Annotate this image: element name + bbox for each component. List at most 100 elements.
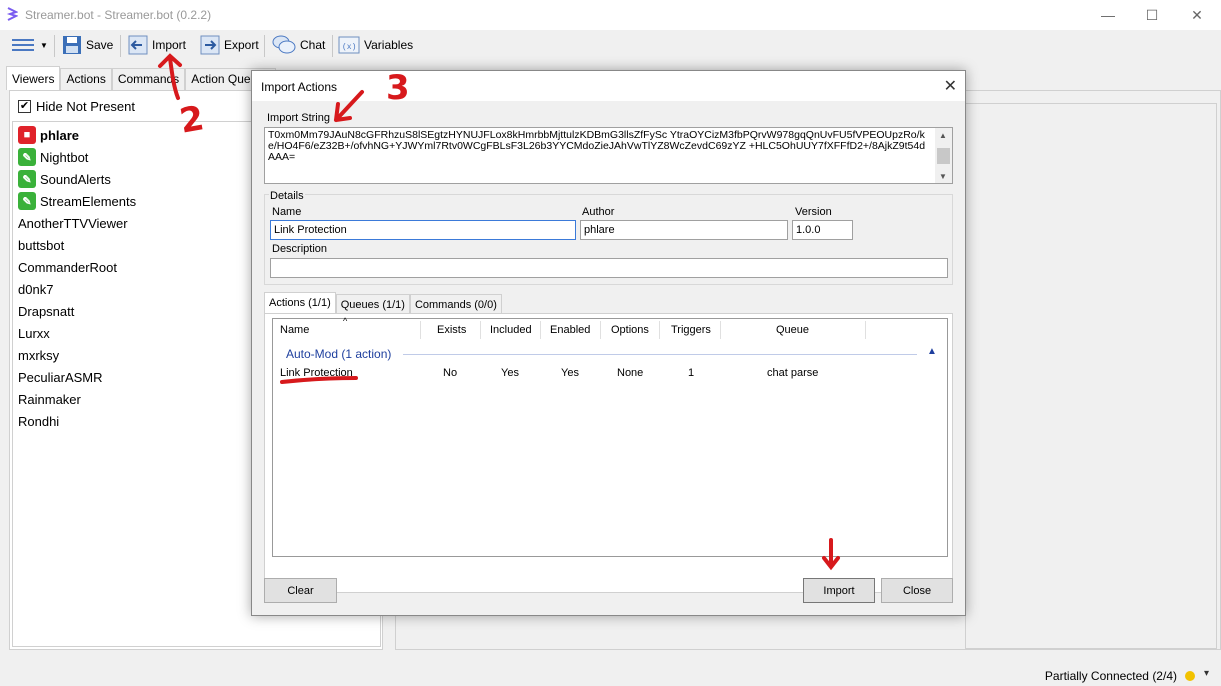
close-window-button[interactable]: ✕ [1177,4,1217,26]
row-name[interactable]: Link Protection [280,367,353,379]
scrollbar-thumb[interactable] [937,148,950,164]
group-header-auto-mod[interactable]: Auto-Mod (1 action) [286,347,391,361]
import-icon [128,35,148,55]
toolbar-separator [332,35,333,57]
collapse-caret-icon[interactable]: ▲ [927,346,937,357]
list-item[interactable]: ✎ Nightbot [18,146,88,168]
row-exists: No [443,367,458,379]
row-triggers: 1 [688,367,695,379]
minimize-icon: — [1101,7,1115,23]
viewer-name: phlare [40,127,80,143]
author-field[interactable]: phlare [580,220,788,240]
list-item[interactable]: buttsbot [18,234,64,256]
list-item[interactable]: Drapsnatt [18,300,74,322]
row-queue: chat parse [767,367,819,379]
group-divider [403,354,917,355]
minimize-button[interactable]: — [1088,4,1128,26]
column-header-queue[interactable]: Queue [776,324,809,336]
row-options: None [617,367,644,379]
list-item[interactable]: ■ phlare [18,124,79,146]
chevron-down-icon: ▼ [40,40,48,50]
viewer-name: Lurxx [18,325,50,341]
viewer-name: Rondhi [18,413,60,429]
column-divider [600,321,601,339]
tab-actions[interactable]: Actions [60,68,112,90]
chevron-down-icon[interactable]: ▼ [939,171,947,182]
close-icon[interactable]: ✕ [944,76,957,96]
column-header-included[interactable]: Included [490,324,532,336]
import-actions-dialog: Import Actions ✕ Import String T0xm0Mm79… [251,70,966,616]
viewer-name: mxrksy [18,347,60,363]
import-string-text: T0xm0Mm79JAuN8cGFRhzuS8lSEgtzHYNUJFLox8k… [268,129,926,163]
list-item[interactable]: Lurxx [18,322,50,344]
tab-commands[interactable]: Commands (0/0) [409,294,502,314]
viewer-name: AnotherTTVViewer [18,215,128,231]
annotation-step-3: 3 [386,68,410,108]
chevron-down-icon[interactable]: ▾ [1204,668,1209,679]
import-string-input[interactable]: T0xm0Mm79JAuN8cGFRhzuS8lSEgtzHYNUJFLox8k… [264,127,953,184]
column-header-name[interactable]: Name [280,324,309,336]
checkmark-icon: ✔ [18,100,31,113]
chat-button[interactable]: Chat [272,33,325,57]
row-included: Yes [501,367,519,379]
column-divider [659,321,660,339]
list-item[interactable]: ✎ StreamElements [18,190,136,212]
tab-queues[interactable]: Queues (1/1) [335,294,410,314]
import-button[interactable]: Import [803,578,875,603]
list-item[interactable]: CommanderRoot [18,256,117,278]
description-field[interactable] [270,258,948,278]
list-item[interactable]: mxrksy [18,344,59,366]
viewer-name: CommanderRoot [18,259,117,275]
column-divider [480,321,481,339]
menu-dropdown-button[interactable]: ▼ [12,33,48,57]
clear-button[interactable]: Clear [264,578,337,603]
list-item[interactable]: Rondhi [18,410,59,432]
bot-icon: ✎ [18,170,36,188]
main-tabs: Viewers Actions Commands Action Queues [6,66,276,90]
import-tabs: Actions (1/1) Queues (1/1) Commands (0/0… [264,292,502,314]
details-label: Details [269,190,305,202]
list-item[interactable]: d0nk7 [18,278,53,300]
viewer-name: PeculiarASMR [18,369,103,385]
actions-grid: Name ^ Exists Included Enabled Options T… [272,316,948,557]
tab-actions[interactable]: Actions (1/1) [264,292,336,314]
close-icon: ✕ [1191,6,1203,23]
tab-commands[interactable]: Commands [111,68,186,90]
dialog-title: Import Actions [261,80,338,94]
hamburger-menu-icon [12,39,34,51]
list-item[interactable]: ✎ SoundAlerts [18,168,111,190]
toolbar-separator [264,35,265,57]
chevron-up-icon[interactable]: ▲ [939,130,947,141]
variables-button[interactable]: (x) Variables [338,33,413,57]
streamerbot-logo-icon [6,7,18,21]
maximize-button[interactable]: ☐ [1132,4,1172,26]
export-label: Export [224,38,259,52]
camera-icon: ■ [18,126,36,144]
version-label: Version [795,206,832,218]
close-button[interactable]: Close [881,578,953,603]
version-field[interactable]: 1.0.0 [792,220,853,240]
viewer-name: SoundAlerts [40,171,111,187]
column-divider [720,321,721,339]
column-header-exists[interactable]: Exists [437,324,466,336]
import-toolbar-button[interactable]: Import [128,33,186,57]
save-button[interactable]: Save [62,33,113,57]
column-header-triggers[interactable]: Triggers [671,324,711,336]
tab-viewers[interactable]: Viewers [6,66,61,90]
name-field[interactable]: Link Protection [270,220,576,240]
import-label: Import [152,38,187,52]
list-item[interactable]: Rainmaker [18,388,81,410]
list-item[interactable]: PeculiarASMR [18,366,103,388]
column-header-options[interactable]: Options [611,324,649,336]
export-toolbar-button[interactable]: Export [200,33,259,57]
hide-not-present-label: Hide Not Present [36,99,135,114]
svg-text:(x): (x) [342,43,356,52]
list-item[interactable]: AnotherTTVViewer [18,212,128,234]
title-bar: Streamer.bot - Streamer.bot (0.2.2) — ☐ … [0,0,1221,30]
column-header-enabled[interactable]: Enabled [550,324,590,336]
hide-not-present-checkbox[interactable]: ✔ Hide Not Present [18,99,135,114]
scrollbar[interactable]: ▲ ▼ [935,128,952,183]
viewer-name: d0nk7 [18,281,54,297]
export-icon [200,35,220,55]
save-label: Save [86,38,114,52]
